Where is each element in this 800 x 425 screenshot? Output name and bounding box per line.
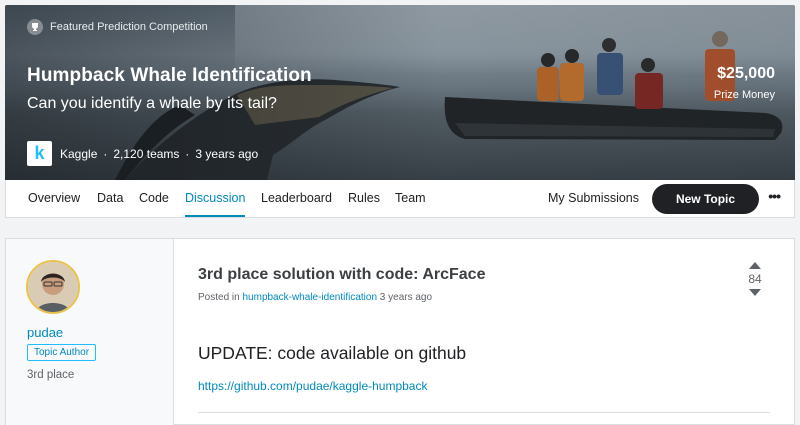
- post-heading: UPDATE: code available on github: [198, 343, 467, 363]
- prize: $25,000 Prize Money: [714, 65, 775, 101]
- page: Featured Prediction Competition Humpback…: [0, 0, 800, 425]
- tab-discussion[interactable]: Discussion: [185, 191, 246, 217]
- featured-text: Featured Prediction Competition: [50, 21, 208, 33]
- team-count: 2,120 teams: [113, 146, 180, 161]
- forum-link[interactable]: humpback-whale-identification: [242, 292, 377, 303]
- tab-overview[interactable]: Overview: [28, 191, 80, 205]
- competition-title: Humpback Whale Identification: [27, 65, 312, 86]
- tab-data[interactable]: Data: [97, 191, 123, 205]
- posted-prefix: Posted in: [198, 292, 240, 303]
- my-submissions-link[interactable]: My Submissions: [548, 191, 639, 205]
- competition-meta: k Kaggle · 2,120 teams · 3 years ago: [27, 141, 258, 166]
- avatar[interactable]: [26, 260, 80, 314]
- featured-label: Featured Prediction Competition: [27, 19, 208, 35]
- meta-separator: ·: [103, 146, 108, 161]
- github-link[interactable]: https://github.com/pudae/kaggle-humpback: [198, 379, 427, 393]
- kaggle-logo-icon[interactable]: k: [27, 141, 52, 166]
- discussion-post: pudae Topic Author 3rd place 3rd place s…: [5, 238, 795, 425]
- competition-subtitle: Can you identify a whale by its tail?: [27, 95, 277, 112]
- upvote-icon[interactable]: [749, 262, 761, 269]
- author-rank: 3rd place: [27, 369, 75, 381]
- post-title: 3rd place solution with code: ArcFace: [198, 266, 486, 283]
- posted-age: 3 years ago: [379, 292, 433, 303]
- prize-label: Prize Money: [713, 89, 775, 101]
- author-name[interactable]: pudae: [27, 325, 63, 340]
- host-name[interactable]: Kaggle: [60, 147, 97, 161]
- competition-tabs: Overview Data Code Discussion Leaderboar…: [5, 180, 795, 218]
- topic-author-badge: Topic Author: [27, 344, 97, 361]
- competition-header: Featured Prediction Competition Humpback…: [5, 5, 795, 180]
- vote-widget: 84: [743, 262, 767, 296]
- divider: [198, 412, 770, 413]
- prize-amount: $25,000: [717, 65, 775, 82]
- competition-age: 3 years ago: [195, 146, 259, 161]
- tab-code[interactable]: Code: [139, 191, 169, 205]
- trophy-icon: [27, 19, 43, 35]
- new-topic-button[interactable]: New Topic: [652, 184, 759, 214]
- vote-count: 84: [748, 272, 762, 286]
- tab-rules[interactable]: Rules: [348, 191, 380, 205]
- post-meta: Posted in humpback-whale-identification …: [198, 292, 432, 303]
- downvote-icon[interactable]: [749, 289, 761, 296]
- more-options-icon[interactable]: •••: [768, 188, 781, 204]
- tab-leaderboard[interactable]: Leaderboard: [261, 191, 332, 205]
- tab-team[interactable]: Team: [395, 191, 426, 205]
- meta-separator: ·: [185, 146, 190, 161]
- author-panel: pudae Topic Author 3rd place: [6, 239, 174, 425]
